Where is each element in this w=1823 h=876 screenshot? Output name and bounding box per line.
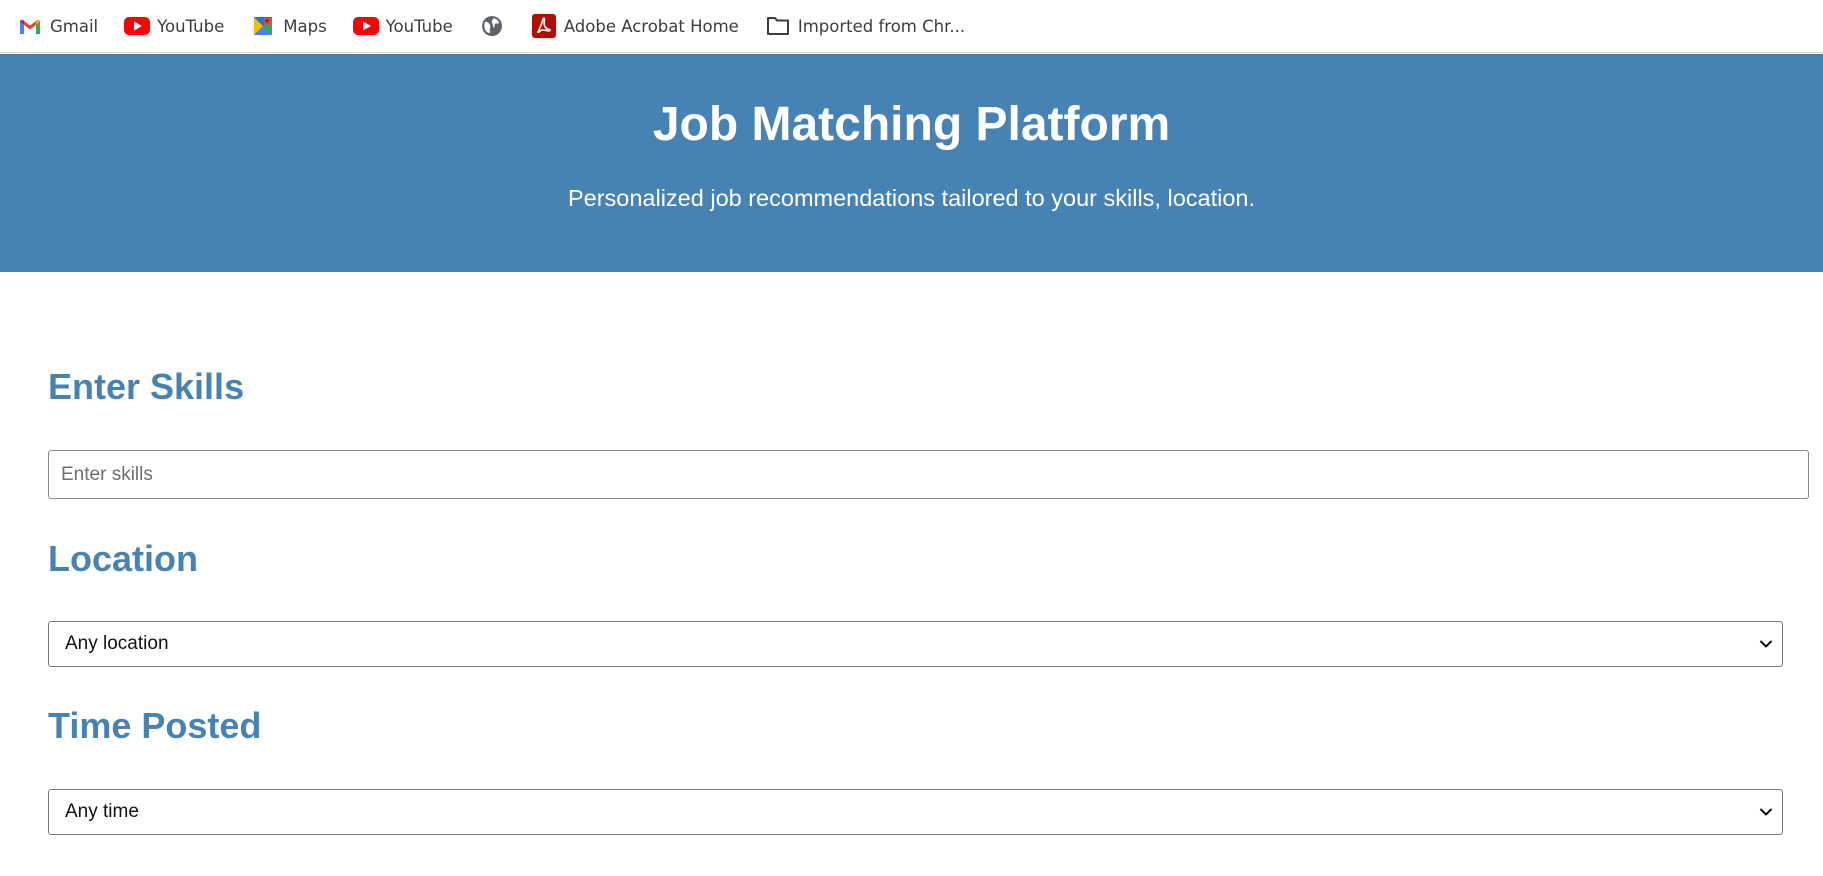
- time-posted-heading: Time Posted: [48, 705, 262, 746]
- skills-heading: Enter Skills: [48, 366, 245, 407]
- gmail-icon: [17, 13, 43, 39]
- bookmark-youtube-2[interactable]: YouTube: [352, 11, 453, 41]
- bookmark-youtube[interactable]: YouTube: [124, 11, 224, 41]
- bookmark-label: YouTube: [385, 16, 453, 36]
- chevron-down-icon: [1756, 634, 1776, 654]
- folder-icon: [765, 13, 791, 39]
- bookmark-maps[interactable]: Maps: [250, 11, 327, 41]
- location-heading: Location: [48, 538, 198, 579]
- bookmark-folder-imported[interactable]: Imported from Chr...: [765, 11, 965, 41]
- bookmark-gmail[interactable]: Gmail: [17, 11, 98, 41]
- maps-icon: [250, 13, 276, 39]
- location-select[interactable]: Any location: [48, 621, 1783, 667]
- bookmark-label: Imported from Chr...: [797, 16, 966, 36]
- acrobat-icon: [531, 13, 557, 39]
- bookmark-label: Adobe Acrobat Home: [563, 16, 739, 36]
- page-title: Job Matching Platform: [652, 98, 1171, 151]
- skills-input[interactable]: [48, 450, 1809, 499]
- bookmarks-bar: Gmail YouTube Maps YouTube Adobe Acrobat…: [0, 0, 1823, 53]
- bookmark-label: Maps: [283, 16, 327, 36]
- time-posted-select[interactable]: Any time: [48, 789, 1783, 835]
- page-subtitle: Personalized job recommendations tailore…: [567, 185, 1256, 211]
- bookmark-globe[interactable]: [479, 11, 505, 41]
- time-posted-selected-value: Any time: [65, 801, 139, 822]
- bookmark-label: Gmail: [50, 16, 99, 36]
- youtube-icon: [352, 13, 379, 39]
- hero-banner: Job Matching Platform Personalized job r…: [0, 54, 1823, 272]
- bookmark-acrobat[interactable]: Adobe Acrobat Home: [531, 11, 739, 41]
- location-selected-value: Any location: [65, 633, 169, 654]
- chevron-down-icon: [1756, 802, 1776, 822]
- globe-icon: [479, 13, 505, 39]
- bookmark-label: YouTube: [157, 16, 225, 36]
- youtube-icon: [124, 13, 151, 39]
